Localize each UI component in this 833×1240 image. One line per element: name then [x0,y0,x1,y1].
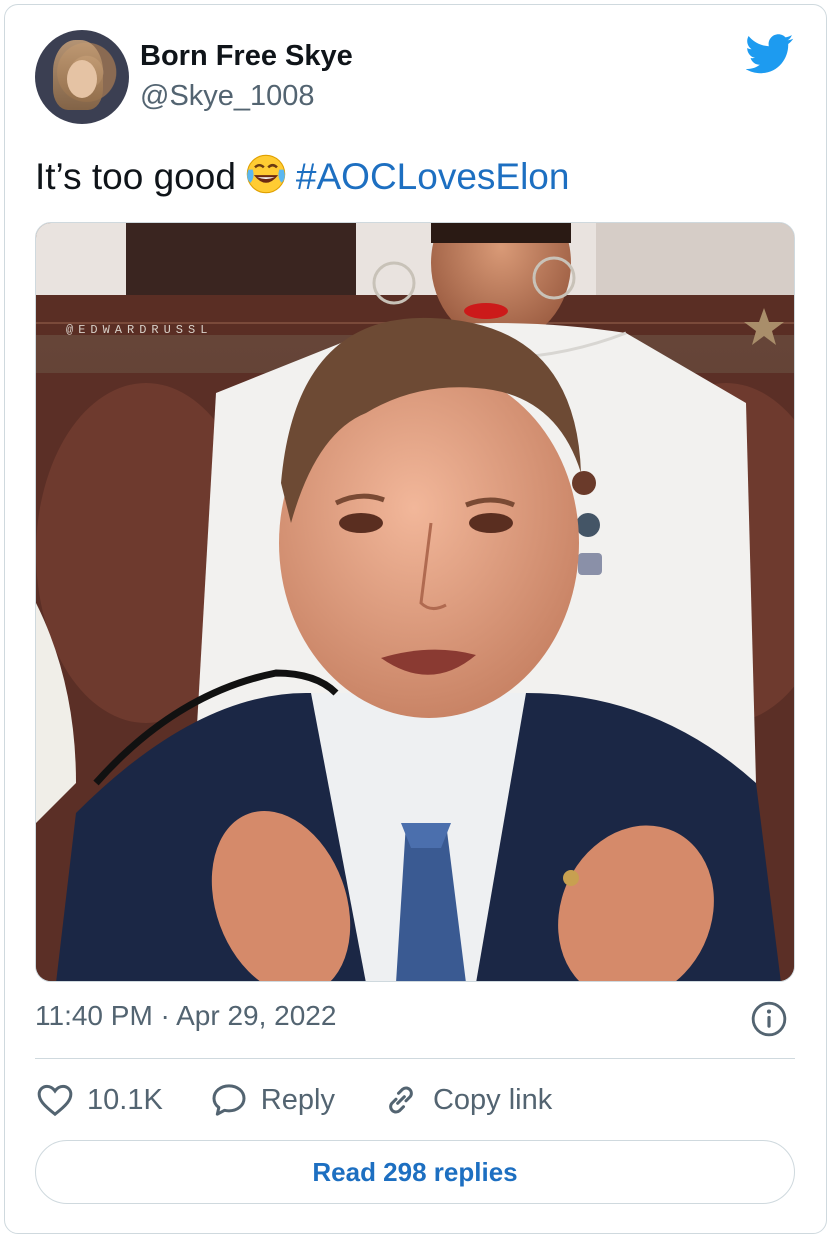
tweet-body: It’s too good [35,156,236,197]
hashtag-link[interactable]: #AOCLovesElon [296,156,570,197]
tweet-text: It’s too good #AOCLovesElon [35,152,569,198]
emoji-tears-of-joy-icon [246,154,286,194]
divider [35,1058,795,1059]
display-name[interactable]: Born Free Skye [140,40,353,73]
like-button[interactable]: 10.1K [35,1080,163,1120]
copy-link-button[interactable]: Copy link [381,1080,552,1120]
like-count: 10.1K [87,1083,163,1116]
twitter-bird-icon[interactable] [746,34,794,74]
user-handle[interactable]: @Skye_1008 [140,80,315,113]
reply-bubble-icon [212,1084,246,1116]
read-replies-button[interactable]: Read 298 replies [35,1140,795,1204]
reply-button[interactable]: Reply [209,1080,335,1120]
tweet-timestamp[interactable]: 11:40 PM · Apr 29, 2022 [35,1000,336,1032]
avatar[interactable] [35,30,129,124]
tweet-media-image[interactable]: @EDWARDRUSSL [35,222,795,982]
image-watermark: @EDWARDRUSSL [66,323,213,337]
link-icon [389,1086,413,1114]
copy-link-label: Copy link [432,1083,553,1116]
heart-icon [37,1084,73,1117]
action-bar: 10.1K Reply Copy link [35,1078,598,1122]
info-icon[interactable] [750,1000,788,1038]
reply-label: Reply [260,1083,335,1116]
